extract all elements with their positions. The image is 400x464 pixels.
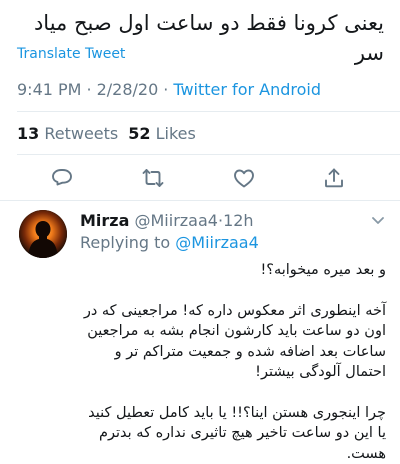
share-button[interactable] (320, 164, 348, 192)
divider (17, 111, 400, 112)
tweet-stats: 13 Retweets 52 Likes (17, 124, 196, 143)
more-options-button[interactable] (370, 212, 386, 228)
reply-age[interactable]: 12h (223, 211, 254, 230)
like-button[interactable] (230, 164, 258, 192)
reply-header: Mirza @Miirzaa4·12h (80, 211, 388, 230)
translate-tweet-link[interactable]: Translate Tweet (17, 46, 125, 62)
reply-paragraph: و بعد میره میخوابه؟! (260, 262, 386, 278)
tweet-date: 2/28/20 (96, 80, 159, 99)
reply-author-handle[interactable]: @Miirzaa4 (135, 211, 218, 230)
replying-to: Replying to @Miirzaa4 (80, 233, 259, 252)
reply-icon (52, 169, 72, 186)
tweet-meta: 9:41 PM · 2/28/20 · Twitter for Android (17, 80, 321, 99)
tweet-time: 9:41 PM (17, 80, 82, 99)
like-icon (234, 169, 254, 188)
share-icon (325, 168, 343, 188)
reply-paragraph: چرا اینجوری هستن اینا؟!! یا باید کامل تع… (88, 404, 386, 462)
replying-to-label: Replying to (80, 233, 171, 252)
replying-to-mention[interactable]: @Miirzaa4 (175, 233, 258, 252)
retweets-label: Retweets (44, 124, 119, 143)
retweets-stat[interactable]: 13 Retweets (17, 124, 118, 143)
tweet-actions (0, 164, 400, 194)
reply-paragraph: آخه اینطوری اثر معکوس داره که! مراجعینی … (83, 302, 386, 381)
reply-author-name[interactable]: Mirza (80, 211, 129, 230)
retweets-count: 13 (17, 124, 40, 143)
retweet-button[interactable] (139, 164, 167, 192)
divider (0, 200, 400, 201)
divider (17, 154, 400, 155)
likes-label: Likes (155, 124, 196, 143)
chevron-down-icon (372, 217, 384, 224)
meta-separator: · (86, 80, 92, 99)
meta-separator: · (163, 80, 169, 99)
avatar[interactable] (19, 210, 67, 258)
tweet-client-link[interactable]: Twitter for Android (173, 80, 321, 99)
likes-stat[interactable]: 52 Likes (128, 124, 196, 143)
likes-count: 52 (128, 124, 151, 143)
reply-button[interactable] (48, 164, 76, 192)
avatar-image (19, 210, 67, 258)
retweet-icon (142, 169, 164, 187)
reply-text: و بعد میره میخوابه؟! آخه اینطوری اثر معک… (80, 260, 386, 464)
